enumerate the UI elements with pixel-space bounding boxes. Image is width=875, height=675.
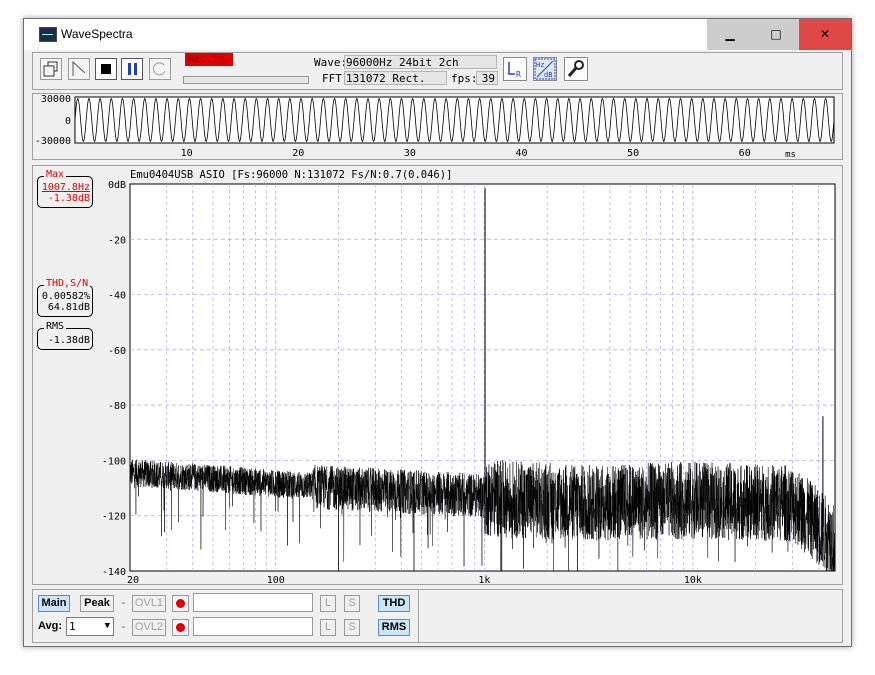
ovl2-button[interactable]: OVL2 bbox=[132, 619, 166, 636]
open-icon bbox=[43, 61, 58, 77]
avg-label: Avg: bbox=[38, 620, 63, 632]
waveform-x-tick: 50 bbox=[627, 148, 639, 159]
ovl2-save-button[interactable]: S bbox=[344, 619, 360, 636]
spectrum-y-tick: -140 bbox=[102, 567, 126, 578]
settings-button[interactable] bbox=[564, 57, 588, 81]
waveform-x-unit: ms bbox=[785, 150, 796, 159]
svg-text:Hz: Hz bbox=[536, 61, 544, 69]
spectrum-x-tick: 20 bbox=[127, 575, 139, 584]
ovl1-save-button[interactable]: S bbox=[344, 595, 360, 612]
waveform-y-tick: 0 bbox=[65, 116, 71, 127]
spectrum-x-tick: 10k bbox=[684, 575, 702, 584]
spectrum-header: Emu0404USB ASIO [Fs:96000 N:131072 Fs/N:… bbox=[130, 169, 452, 181]
waveform-y-tick: 30000 bbox=[41, 94, 71, 105]
wave-format-field: 96000Hz 24bit 2ch bbox=[344, 55, 497, 69]
dash-separator-2: - bbox=[120, 620, 127, 633]
hz-db-button[interactable]: Hz dB bbox=[533, 57, 557, 81]
wave-label: Wave: bbox=[314, 56, 348, 69]
waveform-x-tick: 20 bbox=[292, 148, 304, 159]
ramp-button[interactable] bbox=[68, 58, 90, 80]
waveform-x-tick: 10 bbox=[181, 148, 193, 159]
ovl1-name-field[interactable] bbox=[193, 593, 313, 612]
waveform-chart[interactable]: 30000 0 -30000 10 20 30 40 50 60 ms bbox=[33, 94, 842, 159]
ovl2-name-field[interactable] bbox=[193, 617, 313, 636]
divider bbox=[418, 590, 419, 642]
app-window: WaveSpectra ▁ □ ✕ Rec.In. Wave: 96000Hz … bbox=[23, 18, 852, 647]
main-button[interactable]: Main bbox=[38, 595, 70, 612]
spectrum-x-tick: 1k bbox=[478, 575, 490, 584]
lr-icon: R bbox=[508, 62, 521, 79]
dash-separator: - bbox=[120, 596, 127, 609]
app-icon bbox=[39, 27, 57, 42]
ovl1-load-button[interactable]: L bbox=[320, 595, 336, 612]
waveform-y-tick: -30000 bbox=[35, 136, 71, 147]
toolbar: Rec.In. Wave: 96000Hz 24bit 2ch FFT: 131… bbox=[32, 52, 843, 90]
control-panel: Main Peak - OVL1 L S THD Avg: 1 ▼ - OVL2… bbox=[32, 589, 843, 643]
position-slider[interactable] bbox=[183, 76, 309, 84]
waveform-panel: 30000 0 -30000 10 20 30 40 50 60 ms bbox=[32, 93, 843, 160]
fps-label: fps: bbox=[451, 72, 478, 85]
waveform-x-tick: 30 bbox=[404, 148, 416, 159]
ramp-icon bbox=[72, 60, 86, 76]
fft-field: 131072 Rect. bbox=[344, 71, 447, 85]
ovl1-button[interactable]: OVL1 bbox=[132, 595, 166, 612]
svg-text:dB: dB bbox=[544, 71, 552, 79]
rms-button[interactable]: RMS bbox=[378, 619, 410, 636]
stop-icon bbox=[101, 64, 111, 74]
spectrum-y-tick: -40 bbox=[108, 291, 126, 302]
spectrum-y-tick: -120 bbox=[102, 512, 126, 523]
waveform-x-tick: 60 bbox=[739, 148, 751, 159]
avg-value: 1 bbox=[69, 620, 76, 633]
spectrum-y-tick: 0dB bbox=[108, 180, 126, 191]
peak-button[interactable]: Peak bbox=[80, 595, 114, 612]
thd-button[interactable]: THD bbox=[378, 595, 410, 612]
ovl2-load-button[interactable]: L bbox=[320, 619, 336, 636]
pause-button[interactable] bbox=[121, 58, 143, 80]
hz-db-icon: Hz dB bbox=[534, 58, 556, 80]
spectrum-y-tick: -80 bbox=[108, 401, 126, 412]
ovl2-record-button[interactable] bbox=[172, 619, 189, 636]
maximize-button[interactable]: □ bbox=[753, 19, 799, 50]
avg-select[interactable]: 1 ▼ bbox=[66, 617, 114, 636]
ovl1-record-button[interactable] bbox=[172, 595, 189, 612]
spectrum-y-tick: -20 bbox=[108, 235, 126, 246]
spectrum-panel: Max 1007.8Hz -1.38dB THD,S/N 0.00582% 64… bbox=[32, 165, 843, 585]
svg-text:R: R bbox=[516, 70, 521, 79]
spectrum-y-tick: -100 bbox=[102, 456, 126, 467]
window-title: WaveSpectra bbox=[61, 27, 133, 41]
close-button[interactable]: ✕ bbox=[799, 19, 851, 50]
minimize-button[interactable]: ▁ bbox=[707, 19, 753, 50]
spectrum-chart[interactable]: Emu0404USB ASIO [Fs:96000 N:131072 Fs/N:… bbox=[33, 166, 842, 584]
lr-channel-button[interactable]: R bbox=[503, 57, 527, 81]
rec-input-badge: Rec.In. bbox=[185, 53, 233, 66]
waveform-x-tick: 40 bbox=[515, 148, 527, 159]
refresh-icon bbox=[152, 62, 166, 76]
refresh-button[interactable] bbox=[149, 58, 171, 80]
settings-icon bbox=[567, 60, 584, 77]
chevron-down-icon: ▼ bbox=[104, 621, 110, 631]
open-button[interactable] bbox=[40, 58, 62, 80]
spectrum-y-tick: -60 bbox=[108, 346, 126, 357]
fps-field: 39 bbox=[476, 71, 498, 85]
spectrum-x-tick: 100 bbox=[267, 575, 285, 584]
title-bar[interactable]: WaveSpectra ▁ □ ✕ bbox=[24, 19, 851, 50]
stop-button[interactable] bbox=[95, 58, 117, 80]
